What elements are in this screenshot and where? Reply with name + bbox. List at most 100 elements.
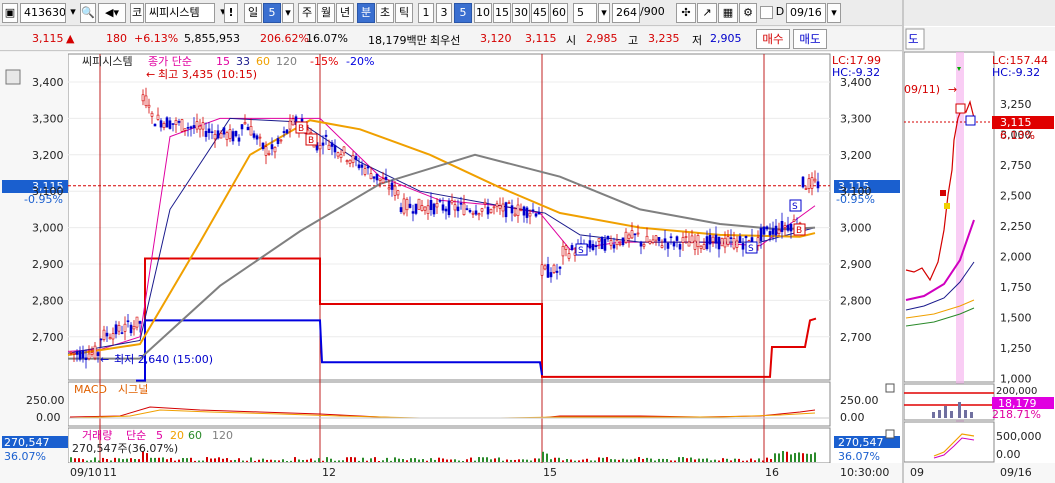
code-dropdown-icon[interactable]: ▾ [67, 3, 79, 23]
candle-body [507, 202, 511, 204]
calendar-icon[interactable]: ▾ [827, 3, 841, 23]
period-tick-button[interactable]: 틱 [395, 3, 413, 23]
volume-bar [542, 451, 544, 462]
stock-name-field[interactable]: 씨피시스템 [145, 3, 215, 23]
candle-body [144, 95, 148, 106]
volume-bar [530, 460, 532, 462]
candle-body [426, 205, 430, 214]
volume-bar [466, 459, 468, 462]
interval-count-input[interactable]: 5 [573, 3, 597, 23]
candle-body [792, 219, 796, 222]
x-label-16: 16 [765, 466, 779, 479]
volume-bar [130, 458, 132, 462]
volume-bar [394, 457, 396, 462]
interval-1-button[interactable]: 1 [418, 3, 434, 23]
volume-bar [314, 460, 316, 462]
volume-bar [342, 460, 344, 462]
candle-body [165, 117, 169, 128]
volume-bar [606, 457, 608, 462]
period-day-button[interactable]: 일 [244, 3, 262, 23]
candle-body [564, 245, 568, 250]
secondary-y-tick: 2,250 [1000, 220, 1032, 233]
volume-title: 거래량 [82, 429, 112, 442]
interval-3-button[interactable]: 3 [436, 3, 452, 23]
candle-body [327, 144, 331, 150]
volume-bar [178, 459, 180, 462]
period-second-button[interactable]: 초 [376, 3, 394, 23]
candle-body [369, 173, 373, 180]
chart-area[interactable]: BBSSSB 씨피시스템 종가 단순 15 33 60 120 -15% -20… [0, 52, 902, 483]
period-week-button[interactable]: 주 [298, 3, 316, 23]
gear-icon[interactable]: ⚙ [739, 3, 757, 23]
interval-5-button[interactable]: 5 [454, 3, 472, 23]
date-input[interactable]: 09/16 [786, 3, 826, 23]
volume-bar [626, 459, 628, 462]
date-checkbox[interactable] [760, 6, 773, 19]
interval-45-button[interactable]: 45 [531, 3, 549, 23]
price-chart[interactable]: BBS SSB 씨피시스템 종가 단순 15 33 60 120 -15% -20… [0, 52, 902, 483]
candle-body [129, 324, 133, 334]
volume-bar [262, 458, 264, 462]
candle-body [459, 202, 463, 205]
y-tick-label-left: 3,000 [32, 222, 64, 235]
panel-list-icon[interactable] [5, 69, 21, 85]
volume-bar [570, 459, 572, 462]
macd-tick-0-left: 0.00 [36, 411, 61, 424]
volume-bar [282, 459, 284, 462]
volume-bar [814, 452, 816, 462]
candle-body [198, 125, 202, 130]
speaker-icon[interactable]: ◀▾ [98, 3, 126, 23]
volume-bar [250, 457, 252, 462]
volume-bar [766, 457, 768, 462]
secondary-amount-zero: 0.00 [996, 448, 1021, 461]
period-num-button[interactable]: 5 [263, 3, 281, 23]
search-icon[interactable]: 🔍 [80, 3, 96, 23]
crosshair-icon[interactable]: ✣ [676, 3, 696, 23]
candle-body [801, 176, 805, 188]
period-month-button[interactable]: 월 [317, 3, 335, 23]
candle-body [81, 350, 85, 359]
candle-body [531, 209, 535, 212]
grid-icon[interactable]: ▦ [718, 3, 738, 23]
stock-code-input[interactable]: 413630 [20, 3, 66, 23]
volume-bar [646, 457, 648, 462]
volume-bar [806, 453, 808, 462]
secondary-chart-panel[interactable]: 도 LC:157.44 HC:-9.32 09/11) → 3,250 3,000… [902, 0, 1055, 483]
draw-tool-icon[interactable]: ↗ [697, 3, 717, 23]
candle-body [453, 204, 457, 211]
volume-bar [674, 460, 676, 462]
candle-body [375, 173, 379, 181]
volume-close-icon[interactable] [885, 429, 895, 439]
secondary-chart[interactable]: 도 LC:157.44 HC:-9.32 09/11) → 3,2503,000… [903, 0, 1055, 483]
sell-button[interactable]: 매도 [793, 29, 827, 49]
interval-15-button[interactable]: 15 [493, 3, 511, 23]
high-price: 3,235 [648, 32, 680, 45]
volume-bar [170, 457, 172, 462]
period-dropdown-icon[interactable]: ▾ [282, 3, 294, 23]
candle-body [498, 205, 502, 209]
interval-30-button[interactable]: 30 [512, 3, 530, 23]
period-year-button[interactable]: 년 [336, 3, 354, 23]
volume-bar [258, 459, 260, 462]
buy-button[interactable]: 매수 [756, 29, 790, 49]
y-tick-label-right: 3,100 [840, 185, 872, 198]
bars-shown-input[interactable]: 264 [612, 3, 640, 23]
macd-title: MACD [74, 383, 107, 396]
volume-bar [154, 457, 156, 462]
volume-bar [474, 460, 476, 462]
candle-body [423, 206, 427, 211]
interval-dropdown-icon[interactable]: ▾ [598, 3, 610, 23]
y-tick-label-right: 3,000 [840, 222, 872, 235]
candle-body [735, 240, 739, 248]
volume-bar [230, 460, 232, 462]
period-minute-button[interactable]: 분 [357, 3, 375, 23]
candle-body [645, 235, 649, 243]
chart-menu-icon[interactable]: ▣ [2, 3, 18, 23]
alert-button[interactable]: ! [224, 3, 238, 23]
interval-60-button[interactable]: 60 [550, 3, 568, 23]
interval-10-button[interactable]: 10 [474, 3, 492, 23]
macd-close-icon[interactable] [885, 383, 895, 393]
y-tick-label-left: 2,900 [32, 258, 64, 271]
candle-body [705, 236, 709, 250]
candle-body [141, 94, 145, 102]
